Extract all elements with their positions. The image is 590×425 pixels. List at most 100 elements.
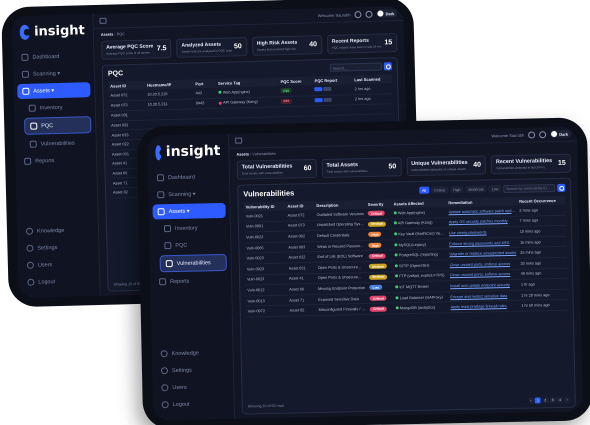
sidebar-item-logout[interactable]: Logout	[22, 273, 95, 290]
sidebar-item-pqc[interactable]: PQC	[24, 116, 92, 135]
breadcrumb-current: Vulnerabilities	[252, 151, 276, 157]
breadcrumb-parent[interactable]: Assets	[101, 33, 114, 37]
sidebar-item-scanning[interactable]: Scanning ▾	[17, 65, 90, 82]
toggle-knob	[377, 10, 384, 17]
toggle-label: Dark	[385, 10, 395, 16]
sidebar-item-label: Settings	[37, 244, 58, 252]
assets-affected-label: IoT MQTT Broker	[399, 284, 429, 290]
stat-card[interactable]: Recent Vulnerabilities Vulnerabilities de…	[490, 153, 571, 175]
status-dot-icon	[394, 221, 398, 225]
sidebar-item-knowledge[interactable]: Knowledge	[155, 345, 228, 362]
sidebar-item-inventory[interactable]: Inventory	[159, 220, 226, 236]
sidebar-item-inventory[interactable]: Inventory	[24, 99, 91, 116]
stat-text: Recent Reports PQC reports have been in l…	[332, 38, 382, 50]
asset-id-cell: Asset 71	[287, 294, 317, 306]
filter-all[interactable]: All	[419, 186, 430, 194]
page-button[interactable]: ›	[564, 396, 570, 403]
download-report-button[interactable]	[323, 87, 332, 92]
box-icon	[28, 104, 36, 112]
avatar[interactable]	[528, 130, 536, 139]
logo-icon	[155, 144, 162, 160]
page-button[interactable]: 2	[542, 397, 549, 404]
page-button[interactable]: 4	[557, 396, 564, 404]
toggle-knob	[551, 130, 558, 138]
view-report-button[interactable]	[315, 97, 324, 103]
asset-id-cell: Asset 073	[285, 220, 315, 232]
sidebar-item-label: Reports	[170, 278, 190, 285]
stat-card[interactable]: High Risk Assets Assets that received hig…	[251, 35, 323, 56]
sidebar: insight Dashboard Scanning ▾ Assets ▾ In…	[11, 14, 101, 299]
sidebar-item-vulnerabilities[interactable]: Vulnerabilities	[159, 253, 227, 273]
search-button[interactable]	[557, 183, 566, 192]
collapse-sidebar-icon[interactable]	[235, 137, 243, 144]
sidebar-item-label: Vulnerabilities	[176, 259, 211, 267]
sidebar-item-settings[interactable]: Settings	[156, 362, 229, 379]
breadcrumb-parent[interactable]: Assets	[236, 152, 249, 156]
welcome-text: Welcome Saurabh	[491, 132, 525, 138]
page-button[interactable]: 1	[534, 397, 541, 404]
page-button[interactable]: 3	[549, 397, 556, 404]
sidebar-item-logout[interactable]: Logout	[157, 396, 230, 413]
breadcrumb-current: PQC	[116, 32, 126, 37]
sidebar-item-label: Inventory	[39, 104, 63, 111]
brand[interactable]: insight	[16, 20, 90, 50]
panel-tools: Search...	[329, 62, 392, 72]
sidebar-item-dashboard[interactable]: Dashboard	[152, 169, 225, 186]
bell-icon[interactable]	[539, 130, 547, 138]
stat-subtitle: Total assets with vulnerabilities	[241, 170, 283, 176]
stat-value: 50	[233, 43, 242, 51]
status-dot-icon	[394, 264, 398, 268]
severity-cell: Critical	[367, 303, 394, 315]
download-report-button[interactable]	[324, 97, 333, 102]
sidebar-item-assets[interactable]: Assets ▾	[17, 82, 91, 100]
topbar-actions: Welcome Saurabh Dark	[318, 9, 398, 19]
stat-title: Total Vulnerabilities	[241, 163, 293, 171]
severity-cell: Critical	[366, 250, 393, 262]
stat-card[interactable]: Total Vulnerabilities Total assets with v…	[236, 158, 317, 180]
sidebar-item-label: PQC	[41, 122, 54, 129]
sidebar-item-settings[interactable]: Settings	[21, 239, 94, 256]
box-icon	[163, 225, 172, 233]
sidebar-item-users[interactable]: Users	[22, 256, 95, 273]
sidebar-item-pqc[interactable]: PQC	[159, 237, 226, 253]
stat-card[interactable]: Total Assets Total assets with vulnerabil…	[321, 157, 402, 178]
sidebar-item-knowledge[interactable]: Knowledge	[21, 222, 94, 239]
search-input[interactable]: Search...	[329, 62, 382, 72]
severity-badge: Critical	[368, 210, 385, 217]
sidebar-item-dashboard[interactable]: Dashboard	[16, 48, 89, 65]
status-dot-icon	[218, 101, 222, 105]
stat-card[interactable]: Average PQC Score Average PQC score of al…	[101, 39, 172, 60]
theme-toggle[interactable]: Dark	[550, 129, 572, 139]
remediation-link[interactable]: Apply least-privilege firewall rules	[448, 300, 520, 313]
sidebar-item-vulnerabilities[interactable]: Vulnerabilities	[25, 135, 92, 152]
stat-card[interactable]: Unique Vulnerabilities Vulnerabilities de…	[406, 155, 487, 177]
service-tag-label: API Gateway (Kong)	[223, 99, 258, 105]
filter-moderate[interactable]: Moderate	[465, 185, 487, 193]
asset-id-cell: Asset 41	[286, 273, 317, 285]
search-button[interactable]	[383, 62, 392, 71]
severity-cell: High	[366, 239, 393, 251]
sidebar-item-reports[interactable]: Reports	[19, 152, 92, 169]
avatar[interactable]	[354, 10, 362, 18]
asset-id-cell: Asset 022	[286, 251, 316, 264]
filter-high[interactable]: High	[450, 185, 464, 194]
sidebar-item-scanning[interactable]: Scanning ▾	[152, 186, 225, 203]
filter-critical[interactable]: Critical	[431, 186, 449, 194]
theme-toggle[interactable]: Dark	[376, 9, 398, 18]
sidebar-item-reports[interactable]: Reports	[154, 273, 227, 290]
page-button[interactable]: ‹	[528, 397, 534, 404]
search-input[interactable]: Search by vulnerability ID...	[503, 183, 556, 193]
assets-affected-label: Key Vault (HashiCorp Vault)	[398, 231, 446, 237]
sidebar-item-assets[interactable]: Assets ▾	[152, 202, 226, 220]
brand[interactable]: insight	[151, 140, 225, 171]
rows-count: Showing 10 of 60 rows	[247, 403, 285, 409]
view-report-button[interactable]	[314, 87, 323, 92]
stat-card[interactable]: Recent Reports PQC reports have been in l…	[326, 33, 398, 54]
stat-card[interactable]: Analyzed Assets Assets that are analyzed …	[176, 37, 247, 58]
shield-icon	[164, 242, 172, 250]
bell-icon[interactable]	[365, 10, 373, 18]
sidebar-item-users[interactable]: Users	[156, 379, 229, 396]
collapse-sidebar-icon[interactable]	[99, 17, 107, 24]
layers-icon	[22, 87, 30, 95]
filter-low[interactable]: Low	[488, 185, 502, 193]
